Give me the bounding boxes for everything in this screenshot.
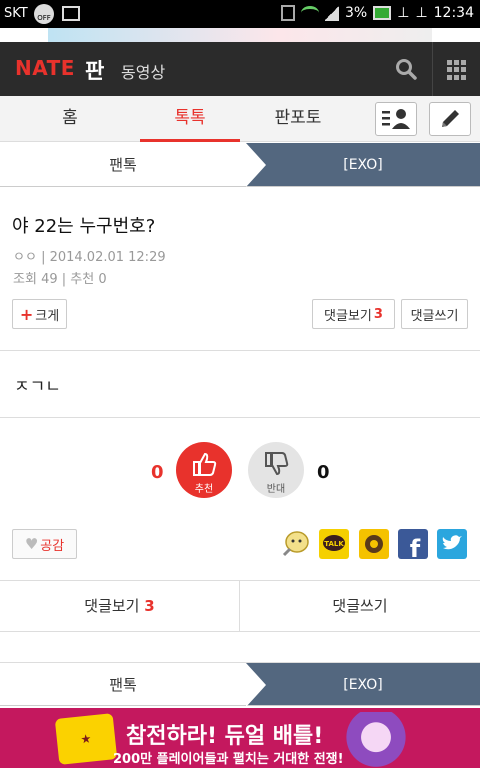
upvote-button[interactable]: 추천 [176, 442, 232, 498]
category-arrow [246, 143, 266, 187]
battery-percent: 3% [345, 5, 368, 21]
bottom-category-bar: 팬톡 [EXO] [0, 662, 480, 707]
image-notification-icon [62, 6, 80, 21]
empathy-button[interactable]: ♥ 공감 [12, 529, 77, 559]
plus-icon: + [19, 304, 34, 324]
app-header: NATE 판 동영상 [0, 42, 480, 96]
write-button[interactable] [429, 102, 471, 136]
article-meta: ㅇㅇ | 2014.02.01 12:29 [13, 250, 166, 265]
svg-text:f: f [410, 535, 421, 559]
logo-text: NATE [15, 56, 75, 80]
heart-icon: ♥ [24, 535, 39, 553]
nate-logo[interactable]: NATE [15, 56, 75, 80]
category-exo[interactable]: [EXO] [246, 143, 480, 186]
my-profile-button[interactable] [375, 102, 417, 136]
emoticon-icon[interactable] [280, 529, 310, 559]
ad-headline: 참전하라! 듀얼 배틀! [126, 724, 324, 749]
ad-character-image [338, 712, 414, 768]
author: ㅇㅇ [13, 250, 37, 265]
bottom-category-exo[interactable]: [EXO] [246, 663, 480, 705]
battery-icon [373, 6, 392, 20]
category-bar: 팬톡 [EXO] [0, 143, 480, 187]
write-comment-label: 댓글쓰기 [410, 308, 459, 324]
bottom-ad-banner[interactable]: ★ 참전하라! 듀얼 배틀! 200만 플레이어들과 펼치는 거대한 전쟁! [0, 708, 480, 768]
bottom-category-fantalk[interactable]: 팬톡 [0, 663, 246, 705]
alarm-icon: ⊥ [415, 5, 428, 21]
signal-icon [325, 5, 340, 21]
zoom-button[interactable]: + 크게 [12, 299, 67, 329]
top-ad-banner[interactable] [48, 28, 432, 42]
upvote-label: 추천 [194, 484, 214, 495]
kakaostory-icon[interactable] [359, 529, 389, 559]
downvote-button[interactable]: 반대 [248, 442, 304, 498]
carrier-label: SKT [4, 6, 28, 21]
comment-count: 3 [373, 306, 383, 322]
bottom-write-label: 댓글쓰기 [332, 597, 388, 615]
category-arrow [246, 663, 266, 707]
post-date: 2014.02.01 12:29 [49, 250, 166, 265]
off-label: OFF [37, 14, 51, 22]
write-comment-button[interactable]: 댓글쓰기 [401, 299, 468, 329]
facebook-icon[interactable]: f [398, 529, 428, 563]
wifi-icon [301, 6, 320, 20]
bottom-comment-count: 3 [144, 597, 155, 615]
category-fantalk[interactable]: 팬톡 [0, 143, 246, 186]
kakaotalk-icon[interactable]: TALK [319, 529, 349, 559]
upvote-count: 0 [151, 462, 164, 483]
article-body: ㅈㄱㄴ [14, 377, 61, 397]
views-label: 조회 [13, 272, 37, 287]
tab-panphoto[interactable]: 판포토 [240, 96, 356, 142]
clock: 12:34 [433, 5, 474, 21]
divider [0, 350, 480, 351]
bottom-comment-bar: 댓글보기 3 댓글쓰기 [0, 580, 480, 632]
bottom-write-comment-button[interactable]: 댓글쓰기 [240, 581, 480, 631]
vibrate-icon [281, 5, 296, 21]
grid-menu-icon[interactable] [447, 60, 467, 80]
ad-subtext: 200만 플레이어들과 펼치는 거대한 전쟁! [113, 752, 344, 767]
downvote-count: 0 [317, 462, 330, 483]
divider [0, 417, 480, 418]
article-title: 야 22는 누구번호? [12, 216, 156, 237]
thumbs-down-icon [265, 452, 289, 476]
view-comments-label: 댓글보기 [324, 308, 372, 324]
twitter-icon[interactable] [437, 529, 467, 559]
svg-text:TALK: TALK [324, 540, 344, 548]
main-tabs: 홈 톡톡 판포토 [0, 96, 480, 142]
top-ad-strip[interactable] [0, 28, 480, 42]
view-comments-button[interactable]: 댓글보기 3 [312, 299, 395, 329]
pencil-icon [442, 110, 459, 127]
bottom-view-comments-button[interactable]: 댓글보기 3 [0, 581, 240, 631]
downvote-label: 반대 [266, 484, 286, 495]
zoom-label: 크게 [35, 308, 60, 324]
recommend-label: 추천 [70, 272, 95, 287]
thumbs-up-icon [193, 452, 217, 476]
article-stats: 조회 49 | 추천 0 [13, 272, 107, 287]
search-icon[interactable] [395, 58, 417, 80]
usb-icon: ⊥ [397, 5, 410, 21]
video-link[interactable]: 동영상 [121, 59, 165, 83]
views-count: 49 [41, 272, 58, 287]
header-divider [432, 42, 433, 96]
tab-home[interactable]: 홈 [0, 96, 140, 142]
game-logo-icon: ★ [54, 713, 118, 765]
empathy-label: 공감 [40, 538, 65, 554]
pan-logo[interactable]: 판 [85, 55, 104, 85]
recommend-count: 0 [98, 272, 107, 287]
status-bar: SKT OFF 3% ⊥ ⊥ 12:34 [0, 0, 480, 28]
data-off-icon: OFF [34, 4, 54, 24]
status-icons: 3% ⊥ ⊥ 12:34 [281, 5, 474, 21]
profile-list-icon [382, 109, 410, 129]
bottom-view-label: 댓글보기 [84, 597, 140, 615]
tab-toktok[interactable]: 톡톡 [140, 96, 240, 142]
